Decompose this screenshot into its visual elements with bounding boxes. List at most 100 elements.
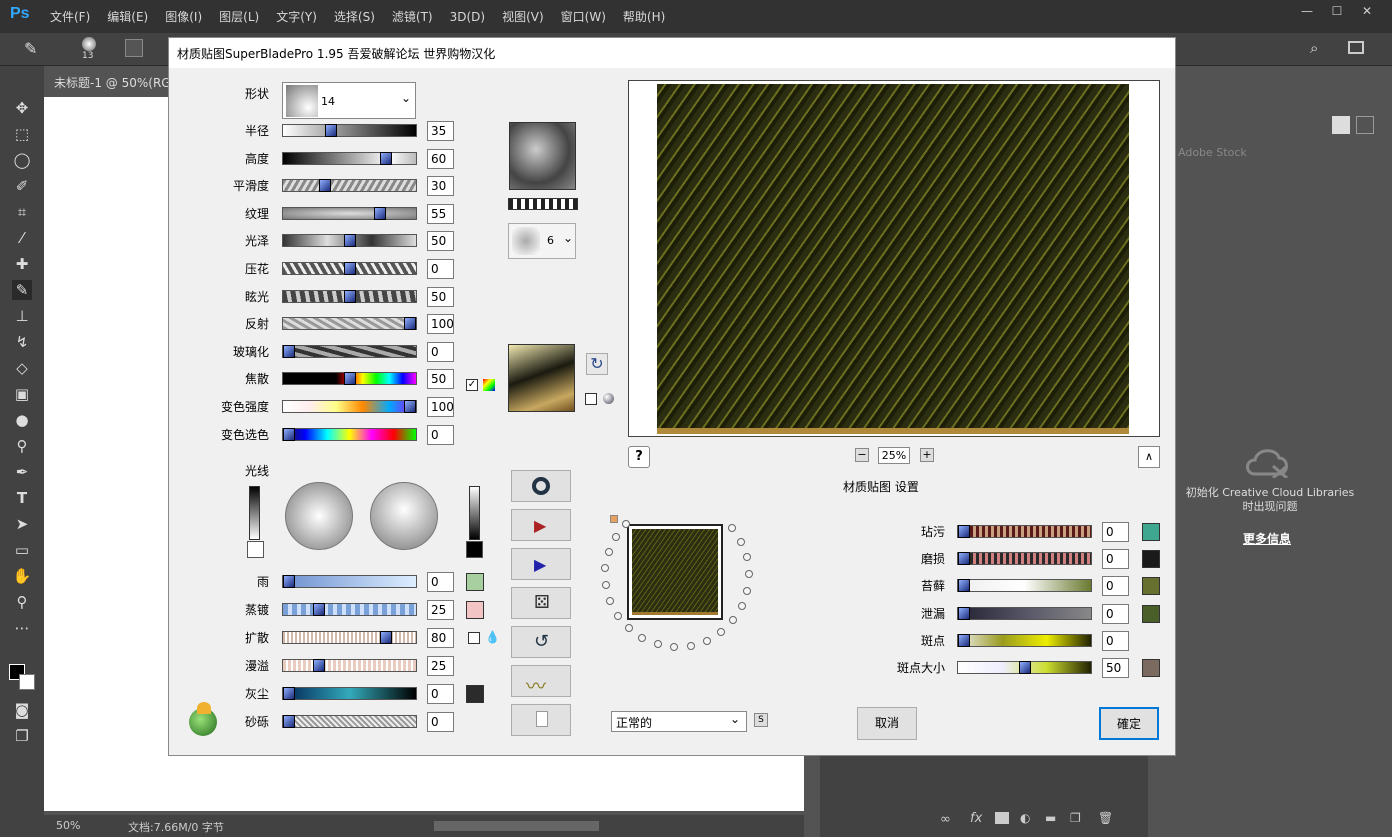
- weather-color-swatch[interactable]: [1142, 659, 1160, 677]
- new-document-button[interactable]: [511, 704, 571, 736]
- light-intensity-slider[interactable]: [249, 486, 260, 540]
- menu-3d[interactable]: 3D(D): [450, 10, 485, 24]
- background-color[interactable]: [19, 674, 35, 690]
- menu-file[interactable]: 文件(F): [50, 8, 90, 25]
- type-tool-icon[interactable]: T: [12, 488, 32, 508]
- slider-thumb[interactable]: [283, 344, 295, 358]
- slider-thumb[interactable]: [1019, 661, 1031, 674]
- preset-dot[interactable]: [638, 633, 647, 642]
- weather-value[interactable]: 0: [1102, 603, 1129, 624]
- marquee-tool-icon[interactable]: ⬚: [12, 124, 32, 144]
- texture-preview[interactable]: [509, 122, 576, 190]
- param-value[interactable]: 50: [427, 369, 454, 390]
- menu-view[interactable]: 视图(V): [502, 8, 544, 25]
- slider-thumb[interactable]: [404, 400, 416, 413]
- next-button[interactable]: ▶: [511, 548, 571, 580]
- wave-button[interactable]: 〰: [511, 665, 571, 698]
- preset-dot[interactable]: [653, 640, 662, 649]
- slider-thumb[interactable]: [313, 659, 325, 672]
- more-info-link[interactable]: 更多信息: [1243, 530, 1291, 547]
- menu-edit[interactable]: 编辑(E): [107, 8, 148, 25]
- eraser-tool-icon[interactable]: ◇: [12, 358, 32, 378]
- start-marker[interactable]: [610, 515, 618, 523]
- env-slider[interactable]: [282, 603, 417, 616]
- param-value[interactable]: 55: [427, 203, 454, 224]
- eyedropper-tool-icon[interactable]: ⁄: [12, 228, 32, 248]
- history-brush-tool-icon[interactable]: ↯: [12, 332, 32, 352]
- dodge-tool-icon[interactable]: ⚲: [12, 436, 32, 456]
- ambient-color-swatch[interactable]: [466, 541, 483, 558]
- texture-select[interactable]: 6 ⌄: [508, 223, 576, 259]
- preset-dot[interactable]: [736, 537, 745, 546]
- slider-thumb[interactable]: [958, 579, 970, 593]
- menu-help[interactable]: 帮助(H): [623, 8, 665, 25]
- weather-slider[interactable]: [957, 552, 1092, 566]
- healing-tool-icon[interactable]: ✚: [12, 254, 32, 274]
- slider-thumb[interactable]: [380, 151, 392, 165]
- param-slider[interactable]: [282, 124, 417, 137]
- slider-thumb[interactable]: [344, 262, 356, 275]
- caustics-checkbox[interactable]: ✓: [466, 379, 478, 391]
- environment-preview[interactable]: [508, 344, 575, 412]
- link-layers-icon[interactable]: ∞: [940, 812, 951, 827]
- blur-tool-icon[interactable]: ●: [12, 410, 32, 430]
- param-value[interactable]: 0: [427, 424, 454, 445]
- shape-select[interactable]: 14 ⌄: [282, 82, 416, 119]
- fx-icon[interactable]: fx: [970, 811, 982, 826]
- param-slider[interactable]: [282, 372, 417, 386]
- rotate-icon[interactable]: ↻: [586, 353, 608, 375]
- slider-thumb[interactable]: [283, 715, 295, 728]
- weather-value[interactable]: 0: [1102, 630, 1129, 651]
- env-color-swatch[interactable]: [466, 601, 484, 619]
- slider-thumb[interactable]: [283, 427, 295, 441]
- invert-checkbox[interactable]: [585, 393, 597, 405]
- group-icon[interactable]: ▬: [1045, 811, 1056, 825]
- lasso-tool-icon[interactable]: ◯: [12, 150, 32, 170]
- param-slider[interactable]: [282, 427, 417, 441]
- preset-dot[interactable]: [728, 616, 737, 625]
- dice-button[interactable]: ⚄: [511, 587, 571, 619]
- shape-tool-icon[interactable]: ▭: [12, 540, 32, 560]
- zoom-tool-icon[interactable]: ⚲: [12, 592, 32, 612]
- slider-thumb[interactable]: [319, 179, 331, 193]
- preset-dot[interactable]: [611, 532, 620, 541]
- menu-layer[interactable]: 图层(L): [219, 8, 259, 25]
- menu-window[interactable]: 窗口(W): [561, 8, 606, 25]
- preset-dot[interactable]: [624, 624, 633, 633]
- env-color-swatch[interactable]: [466, 573, 484, 591]
- env-slider[interactable]: [282, 659, 417, 672]
- status-zoom[interactable]: 50%: [56, 819, 80, 832]
- param-value[interactable]: 0: [427, 341, 454, 362]
- param-slider[interactable]: [282, 400, 417, 413]
- param-value[interactable]: 60: [427, 148, 454, 169]
- collapse-button[interactable]: ∧: [1138, 446, 1160, 468]
- preset-dot[interactable]: [716, 628, 725, 637]
- pen-tool-icon[interactable]: ✒: [12, 462, 32, 482]
- search-icon[interactable]: ⌕: [1310, 39, 1318, 57]
- quick-mask-icon[interactable]: ◙: [12, 700, 32, 720]
- new-layer-icon[interactable]: ❐: [1070, 811, 1081, 825]
- close-button[interactable]: ✕: [1352, 0, 1382, 22]
- s-button[interactable]: S: [754, 713, 768, 727]
- param-value[interactable]: 50: [427, 231, 454, 252]
- preset-dot[interactable]: [601, 580, 610, 589]
- slider-thumb[interactable]: [325, 124, 337, 137]
- brush-tool-icon[interactable]: ✎: [24, 39, 37, 58]
- menu-select[interactable]: 选择(S): [334, 8, 375, 25]
- slider-thumb[interactable]: [283, 687, 295, 700]
- weather-value[interactable]: 0: [1102, 549, 1129, 570]
- weather-slider[interactable]: [957, 579, 1092, 593]
- env-value[interactable]: 25: [427, 600, 454, 620]
- weather-color-swatch[interactable]: [1142, 604, 1160, 623]
- horizontal-scrollbar[interactable]: [434, 821, 599, 831]
- workspace-icon[interactable]: [1348, 41, 1364, 54]
- weather-slider[interactable]: [957, 633, 1092, 647]
- preset-dot[interactable]: [744, 570, 753, 579]
- env-value[interactable]: 0: [427, 712, 454, 732]
- env-slider[interactable]: [282, 715, 417, 728]
- random-button[interactable]: ▶: [511, 509, 571, 541]
- mask-icon[interactable]: [995, 812, 1009, 824]
- param-slider[interactable]: [282, 179, 417, 193]
- param-slider[interactable]: [282, 317, 417, 331]
- preset-dot[interactable]: [604, 547, 613, 556]
